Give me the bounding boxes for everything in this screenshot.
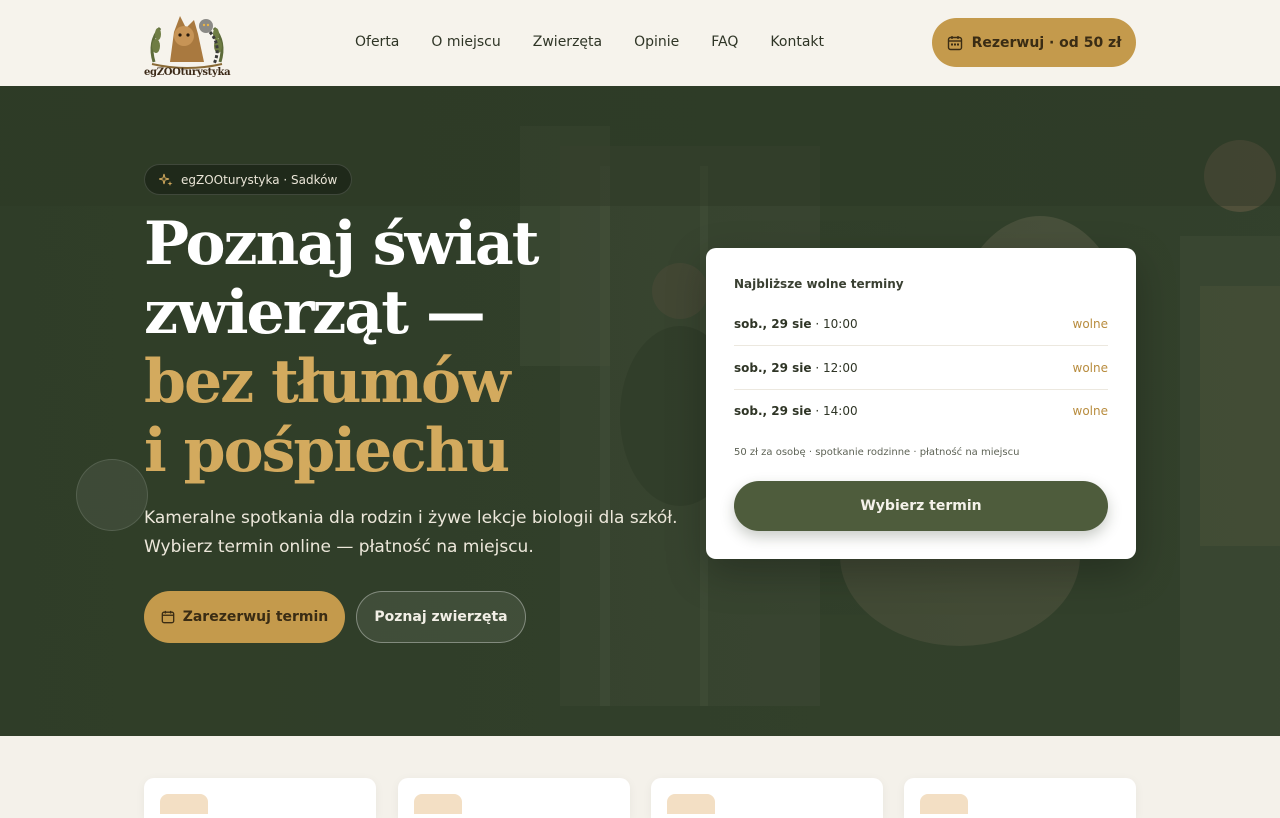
hero-section: egZOOturystyka · Sadków Poznaj świat zwi…: [0, 86, 1280, 736]
nav-item-o-miejscu[interactable]: O miejscu: [431, 32, 500, 52]
feature-card: [651, 778, 883, 818]
calendar-icon: [947, 35, 962, 50]
feature-card: [904, 778, 1136, 818]
booking-card-title: Najbliższe wolne terminy: [734, 277, 904, 291]
slot-status: wolne: [1072, 360, 1108, 375]
sparkle-icon: [159, 173, 173, 186]
feature-icon: [920, 794, 968, 814]
slot-datetime: sob., 29 sie · 14:00: [734, 404, 858, 418]
slot-time: · 10:00: [815, 316, 858, 331]
feature-icon: [667, 794, 715, 814]
slot-time: · 14:00: [815, 404, 858, 418]
hero-title: Poznaj świat zwierząt — bez tłumów i poś…: [144, 210, 684, 486]
slot-day: sob., 29 sie: [734, 316, 812, 331]
hero-lead: Kameralne spotkania dla rodzin i żywe le…: [144, 504, 704, 562]
meet-animals-label: Poznaj zwierzęta: [374, 609, 508, 625]
decorative-circle: [76, 459, 148, 531]
hero-lead-line1: Kameralne spotkania dla rodzin i żywe le…: [144, 508, 678, 528]
hero-title-line1: Poznaj świat: [144, 209, 540, 279]
slot-day: sob., 29 sie: [734, 404, 812, 418]
booking-card: Najbliższe wolne terminy sob., 29 sie · …: [706, 248, 1136, 559]
brand-logo[interactable]: egZOOturystyka: [144, 6, 231, 80]
features-section: [0, 736, 1280, 818]
slot-day: sob., 29 sie: [734, 360, 812, 375]
site-header: egZOOturystyka Oferta O miejscu Zwierzęt…: [0, 0, 1280, 86]
nav-item-faq[interactable]: FAQ: [711, 32, 738, 52]
slot-status: wolne: [1072, 404, 1108, 418]
calendar-icon: [161, 610, 175, 624]
hero-title-line2: zwierząt —: [144, 278, 486, 348]
nav-item-opinie[interactable]: Opinie: [634, 32, 679, 52]
nav-item-oferta[interactable]: Oferta: [355, 32, 399, 52]
feature-icon: [160, 794, 208, 814]
feature-card: [144, 778, 376, 818]
feature-card: [398, 778, 630, 818]
main-nav: Oferta O miejscu Zwierzęta Opinie FAQ Ko…: [355, 32, 824, 52]
book-term-button[interactable]: Zarezerwuj termin: [144, 591, 345, 643]
choose-term-button[interactable]: Wybierz termin: [734, 481, 1108, 531]
time-slot[interactable]: sob., 29 sie · 10:00 wolne: [734, 302, 1108, 346]
time-slot[interactable]: sob., 29 sie · 14:00 wolne: [734, 389, 1108, 433]
feature-icon: [414, 794, 462, 814]
hero-badge-text: egZOOturystyka · Sadków: [181, 172, 338, 187]
header-reserve-button[interactable]: Rezerwuj · od 50 zł: [932, 18, 1136, 67]
hero-lead-line2: Wybierz termin online — płatność na miej…: [144, 537, 534, 557]
slot-datetime: sob., 29 sie · 12:00: [734, 361, 858, 375]
slot-status: wolne: [1072, 316, 1108, 331]
nav-item-kontakt[interactable]: Kontakt: [770, 32, 824, 52]
time-slot[interactable]: sob., 29 sie · 12:00 wolne: [734, 346, 1108, 390]
booking-note: 50 zł za osobę · spotkanie rodzinne · pł…: [734, 447, 1020, 458]
logo-emblem-icon: [150, 16, 224, 69]
logo-text: egZOOturystyka: [144, 67, 231, 78]
hero-title-line4: i pośpiechu: [144, 416, 510, 486]
header-reserve-label: Rezerwuj · od 50 zł: [971, 34, 1122, 51]
hero-badge: egZOOturystyka · Sadków: [144, 164, 353, 195]
book-term-label: Zarezerwuj termin: [182, 609, 329, 625]
meet-animals-button[interactable]: Poznaj zwierzęta: [356, 591, 526, 643]
slot-datetime: sob., 29 sie · 10:00: [734, 317, 858, 331]
slot-time: · 12:00: [815, 360, 858, 375]
nav-item-zwierzeta[interactable]: Zwierzęta: [533, 32, 602, 52]
hero-title-line3: bez tłumów: [144, 347, 511, 417]
